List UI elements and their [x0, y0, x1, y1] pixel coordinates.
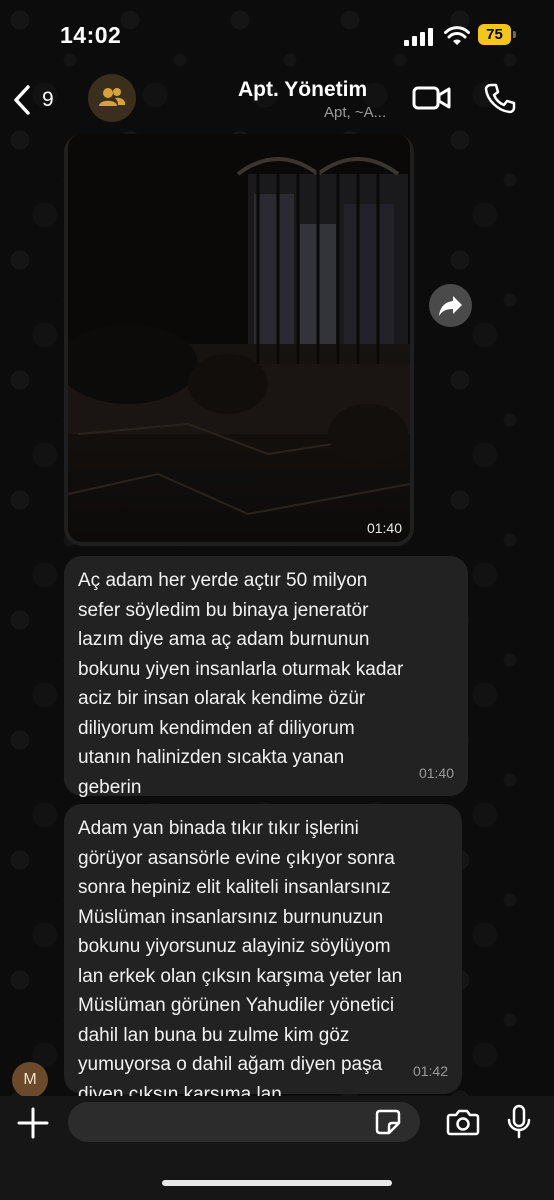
phone-icon[interactable] — [484, 82, 516, 114]
sender-avatar[interactable]: M — [12, 1062, 48, 1098]
video-message-bubble[interactable]: 01:40 — [64, 134, 414, 546]
video-frame-image — [68, 134, 410, 542]
forward-icon — [439, 296, 462, 316]
forward-button[interactable] — [429, 284, 472, 327]
battery-indicator: 75 — [478, 24, 518, 45]
video-camera-icon[interactable] — [412, 84, 452, 112]
status-bar: 14:02 75 — [0, 0, 554, 66]
back-button[interactable]: 9 — [10, 80, 70, 120]
plus-icon[interactable] — [16, 1106, 50, 1140]
home-indicator — [162, 1180, 392, 1186]
battery-level: 75 — [478, 24, 511, 45]
cellular-signal-icon — [404, 28, 433, 46]
chat-header: 9 Apt. Yönetim Apt, ~A... — [0, 66, 554, 132]
unread-count: 9 — [42, 88, 54, 111]
chevron-left-icon — [14, 85, 30, 115]
chat-title[interactable]: Apt. Yönetim — [238, 78, 367, 102]
message-text: Adam yan binada tıkır tıkır işlerini gör… — [78, 818, 403, 1105]
video-thumbnail[interactable] — [68, 134, 410, 542]
text-message-bubble[interactable]: Adam yan binada tıkır tıkır işlerini gör… — [64, 804, 462, 1105]
message-text: Aç adam her yerde açtır 50 milyon sefer … — [78, 570, 404, 798]
message-time: 01:40 — [366, 520, 402, 536]
wifi-icon — [444, 26, 470, 45]
text-message-bubble[interactable]: Aç adam her yerde açtır 50 milyon sefer … — [64, 556, 468, 798]
microphone-icon[interactable] — [506, 1104, 532, 1140]
composer-bar — [0, 1096, 554, 1200]
battery-tip — [513, 31, 516, 38]
message-time: 01:42 — [412, 1062, 448, 1079]
camera-icon[interactable] — [446, 1108, 480, 1136]
group-icon — [99, 88, 126, 106]
chat-subtitle[interactable]: Apt, ~A... — [324, 104, 386, 121]
message-input[interactable] — [68, 1102, 420, 1142]
group-avatar[interactable] — [88, 74, 136, 122]
message-time: 01:40 — [418, 764, 454, 781]
sticker-icon[interactable] — [374, 1108, 402, 1136]
status-time: 14:02 — [60, 22, 122, 48]
